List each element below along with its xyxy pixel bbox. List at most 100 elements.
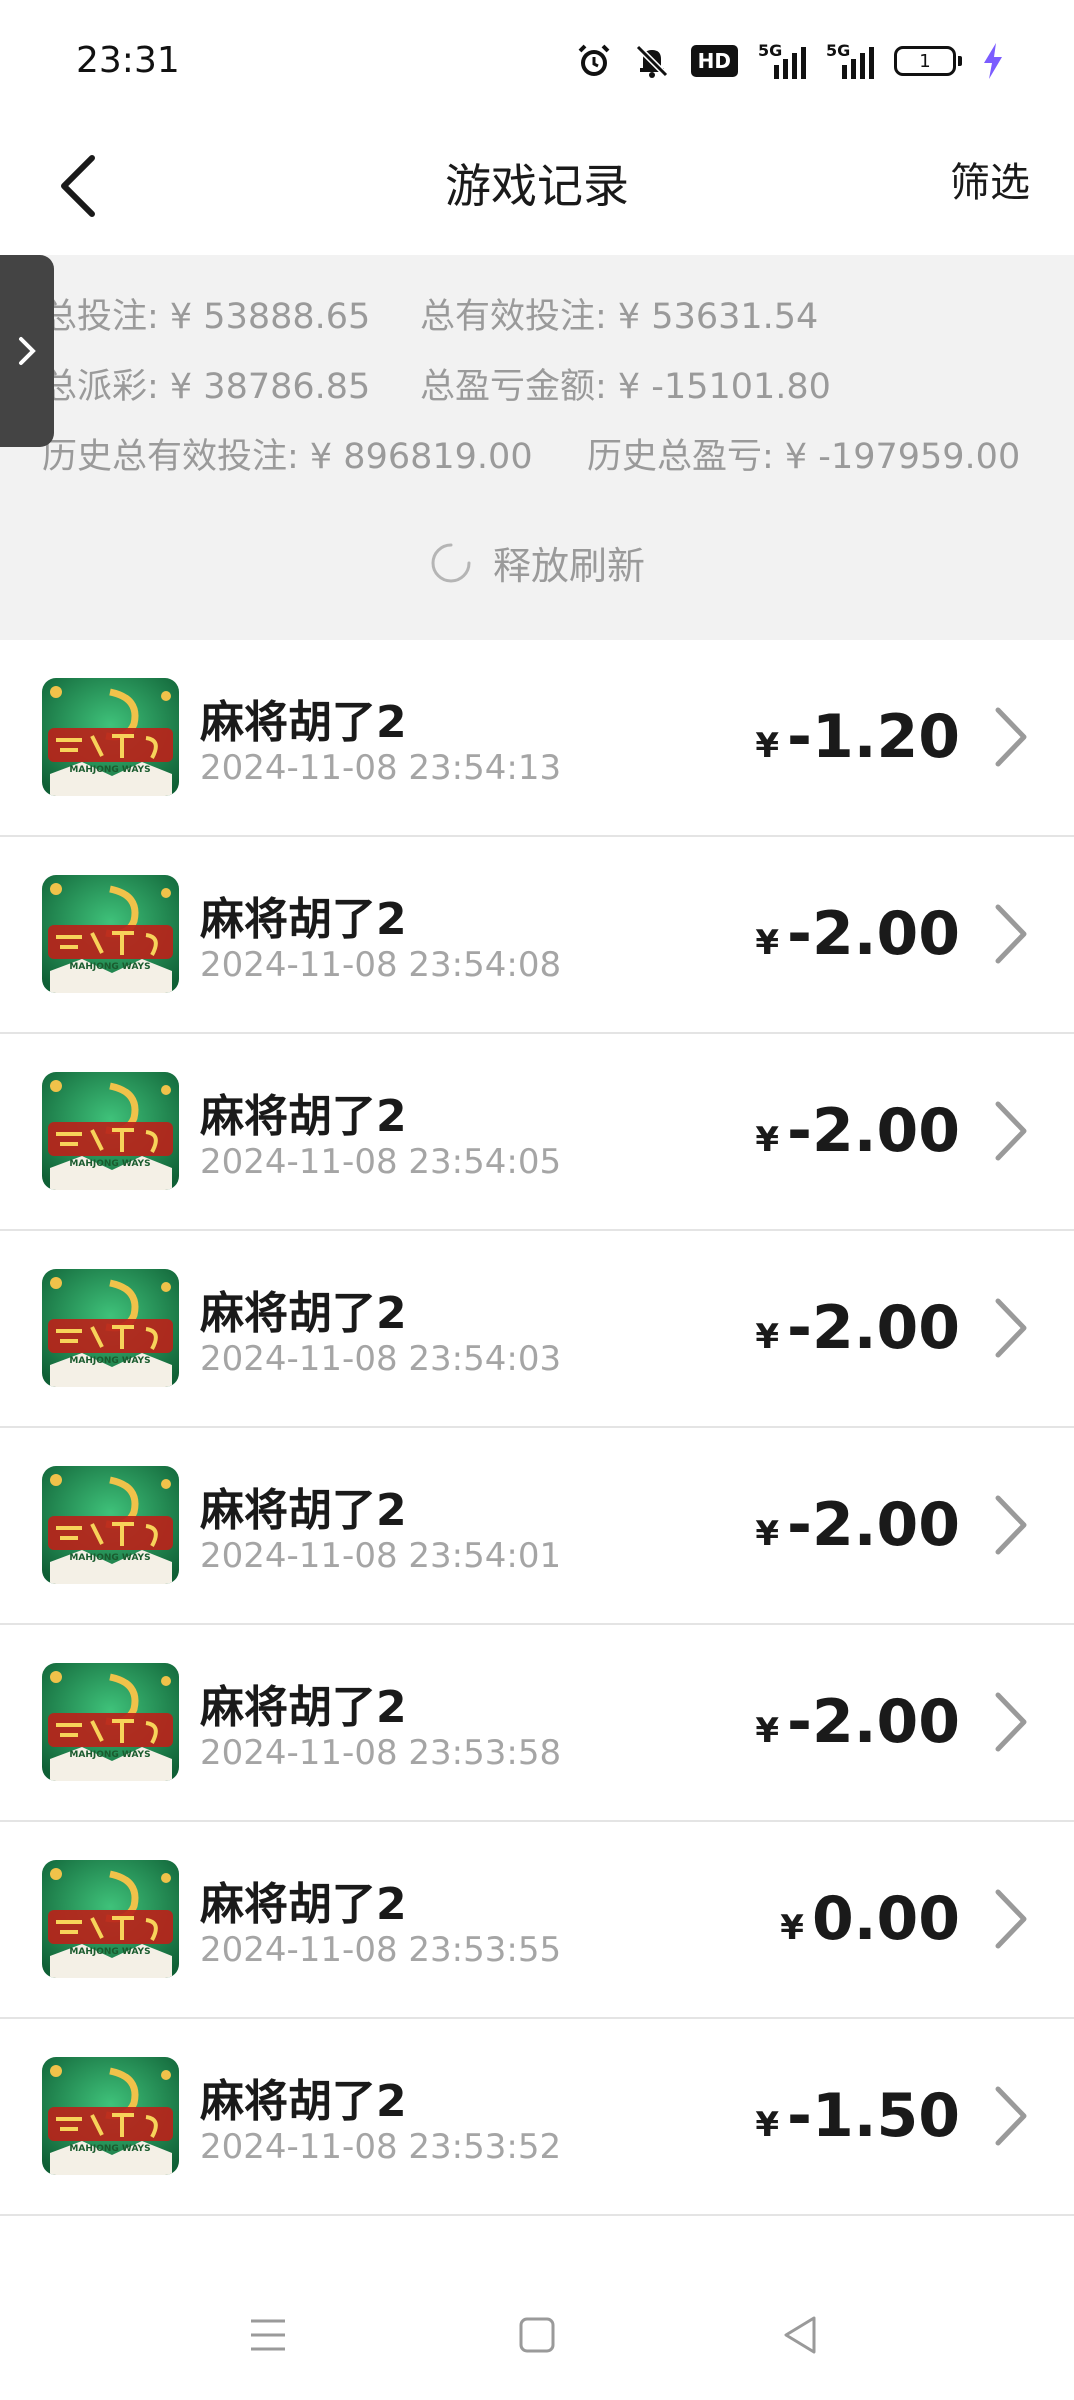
records-list: MAHJONG WAYS 麻将胡了2 2024-11-08 23:54:13 ¥…: [0, 640, 1074, 2216]
charging-icon: [982, 43, 1004, 79]
record-row[interactable]: MAHJONG WAYS 麻将胡了2 2024-11-08 23:54:05 ¥…: [0, 1034, 1074, 1231]
currency-symbol: ¥: [755, 2105, 780, 2145]
record-row[interactable]: MAHJONG WAYS 麻将胡了2 2024-11-08 23:53:58 ¥…: [0, 1625, 1074, 1822]
history-valid-bet: 历史总有效投注: ¥ 896819.00: [42, 437, 533, 477]
chevron-right-icon: [995, 1101, 1027, 1161]
amount-value: -1.50: [787, 2081, 960, 2151]
svg-text:MAHJONG WAYS: MAHJONG WAYS: [69, 2144, 150, 2154]
game-thumbnail: MAHJONG WAYS: [42, 1663, 179, 1781]
svg-text:MAHJONG WAYS: MAHJONG WAYS: [69, 962, 150, 972]
record-time: 2024-11-08 23:53:58: [200, 1733, 562, 1773]
game-name: 麻将胡了2: [200, 1682, 407, 1733]
game-name: 麻将胡了2: [200, 894, 407, 945]
amount-value: -1.20: [787, 702, 960, 772]
record-time: 2024-11-08 23:53:55: [200, 1930, 562, 1970]
record-amount: ¥ -2.00: [755, 1293, 960, 1363]
game-name: 麻将胡了2: [200, 1879, 407, 1930]
total-profit-loss: 总盈亏金额: ¥ -15101.80: [420, 367, 831, 407]
amount-value: -2.00: [787, 1293, 960, 1363]
home-icon[interactable]: [507, 2305, 567, 2365]
side-drawer-toggle[interactable]: [0, 255, 54, 447]
pull-refresh-indicator: 释放刷新: [0, 535, 1074, 590]
game-name: 麻将胡了2: [200, 2076, 407, 2127]
amount-value: -2.00: [787, 1096, 960, 1166]
svg-text:MAHJONG WAYS: MAHJONG WAYS: [69, 1947, 150, 1957]
battery-icon: 1: [894, 46, 962, 76]
game-name: 麻将胡了2: [200, 1091, 407, 1142]
chevron-right-icon: [995, 2086, 1027, 2146]
amount-value: -2.00: [787, 1490, 960, 1560]
record-time: 2024-11-08 23:54:01: [200, 1536, 562, 1576]
status-icons: HD 5G 5G 1: [575, 41, 1004, 80]
record-time: 2024-11-08 23:53:52: [200, 2127, 562, 2167]
chevron-right-icon: [19, 337, 36, 365]
system-nav-bar: [0, 2265, 1074, 2400]
game-thumbnail: MAHJONG WAYS: [42, 2057, 179, 2175]
record-amount: ¥ -2.00: [755, 899, 960, 969]
currency-symbol: ¥: [755, 1120, 780, 1160]
amount-value: 0.00: [811, 1884, 960, 1954]
record-time: 2024-11-08 23:54:05: [200, 1142, 562, 1182]
game-records-screen: 23:31 HD 5G 5G 1 游戏记录 筛选 总投注: ¥ 53888.65…: [0, 0, 1074, 2400]
currency-symbol: ¥: [780, 1908, 804, 1948]
svg-text:MAHJONG WAYS: MAHJONG WAYS: [69, 1750, 150, 1760]
svg-text:MAHJONG WAYS: MAHJONG WAYS: [69, 765, 150, 775]
game-thumbnail: MAHJONG WAYS: [42, 1269, 179, 1387]
record-time: 2024-11-08 23:54:13: [200, 748, 562, 788]
page-title: 游戏记录: [445, 159, 629, 213]
svg-text:MAHJONG WAYS: MAHJONG WAYS: [69, 1553, 150, 1563]
record-amount: ¥ -1.20: [755, 702, 960, 772]
currency-symbol: ¥: [755, 1317, 780, 1357]
chevron-right-icon: [995, 1889, 1027, 1949]
record-amount: ¥ -2.00: [755, 1490, 960, 1560]
record-amount: ¥ 0.00: [780, 1884, 960, 1954]
record-time: 2024-11-08 23:54:03: [200, 1339, 562, 1379]
record-row[interactable]: MAHJONG WAYS 麻将胡了2 2024-11-08 23:54:13 ¥…: [0, 640, 1074, 837]
chevron-right-icon: [995, 1692, 1027, 1752]
game-thumbnail: MAHJONG WAYS: [42, 1072, 179, 1190]
signal-5g-icon: 5G: [758, 41, 806, 79]
svg-text:MAHJONG WAYS: MAHJONG WAYS: [69, 1159, 150, 1169]
svg-text:MAHJONG WAYS: MAHJONG WAYS: [69, 1356, 150, 1366]
total-valid-bet: 总有效投注: ¥ 53631.54: [420, 297, 819, 337]
chevron-right-icon: [995, 904, 1027, 964]
record-row[interactable]: MAHJONG WAYS 麻将胡了2 2024-11-08 23:53:55 ¥…: [0, 1822, 1074, 2019]
nav-bar: 游戏记录 筛选: [0, 120, 1074, 255]
chevron-right-icon: [995, 1298, 1027, 1358]
currency-symbol: ¥: [755, 923, 780, 963]
game-thumbnail: MAHJONG WAYS: [42, 1466, 179, 1584]
alarm-icon: [575, 42, 613, 80]
currency-symbol: ¥: [755, 726, 780, 766]
record-row[interactable]: MAHJONG WAYS 麻将胡了2 2024-11-08 23:54:08 ¥…: [0, 837, 1074, 1034]
refresh-text: 释放刷新: [492, 544, 645, 588]
total-bet: 总投注: ¥ 53888.65: [42, 297, 371, 337]
currency-symbol: ¥: [755, 1711, 780, 1751]
chevron-right-icon: [995, 1495, 1027, 1555]
loading-spinner-icon: [431, 543, 471, 582]
record-row[interactable]: MAHJONG WAYS 麻将胡了2 2024-11-08 23:53:52 ¥…: [0, 2019, 1074, 2216]
record-amount: ¥ -2.00: [755, 1096, 960, 1166]
total-payout: 总派彩: ¥ 38786.85: [42, 367, 371, 407]
game-name: 麻将胡了2: [200, 1288, 407, 1339]
battery-level: 1: [894, 46, 956, 76]
chevron-right-icon: [995, 707, 1027, 767]
game-thumbnail: MAHJONG WAYS: [42, 875, 179, 993]
signal-5g-icon: 5G: [826, 41, 874, 79]
history-profit-loss: 历史总盈亏: ¥ -197959.00: [587, 437, 1021, 477]
game-name: 麻将胡了2: [200, 697, 407, 748]
filter-button[interactable]: 筛选: [950, 150, 1030, 208]
bell-muted-icon: [633, 42, 671, 80]
back-triangle-icon[interactable]: [770, 2305, 830, 2365]
menu-icon[interactable]: [238, 2305, 298, 2365]
record-time: 2024-11-08 23:54:08: [200, 945, 562, 985]
amount-value: -2.00: [787, 899, 960, 969]
game-thumbnail: MAHJONG WAYS: [42, 1860, 179, 1978]
game-name: 麻将胡了2: [200, 1485, 407, 1536]
currency-symbol: ¥: [755, 1514, 780, 1554]
record-row[interactable]: MAHJONG WAYS 麻将胡了2 2024-11-08 23:54:03 ¥…: [0, 1231, 1074, 1428]
hd-icon: HD: [690, 45, 738, 77]
game-thumbnail: MAHJONG WAYS: [42, 678, 179, 796]
amount-value: -2.00: [787, 1687, 960, 1757]
record-row[interactable]: MAHJONG WAYS 麻将胡了2 2024-11-08 23:54:01 ¥…: [0, 1428, 1074, 1625]
status-bar: 23:31 HD 5G 5G 1: [0, 0, 1074, 120]
